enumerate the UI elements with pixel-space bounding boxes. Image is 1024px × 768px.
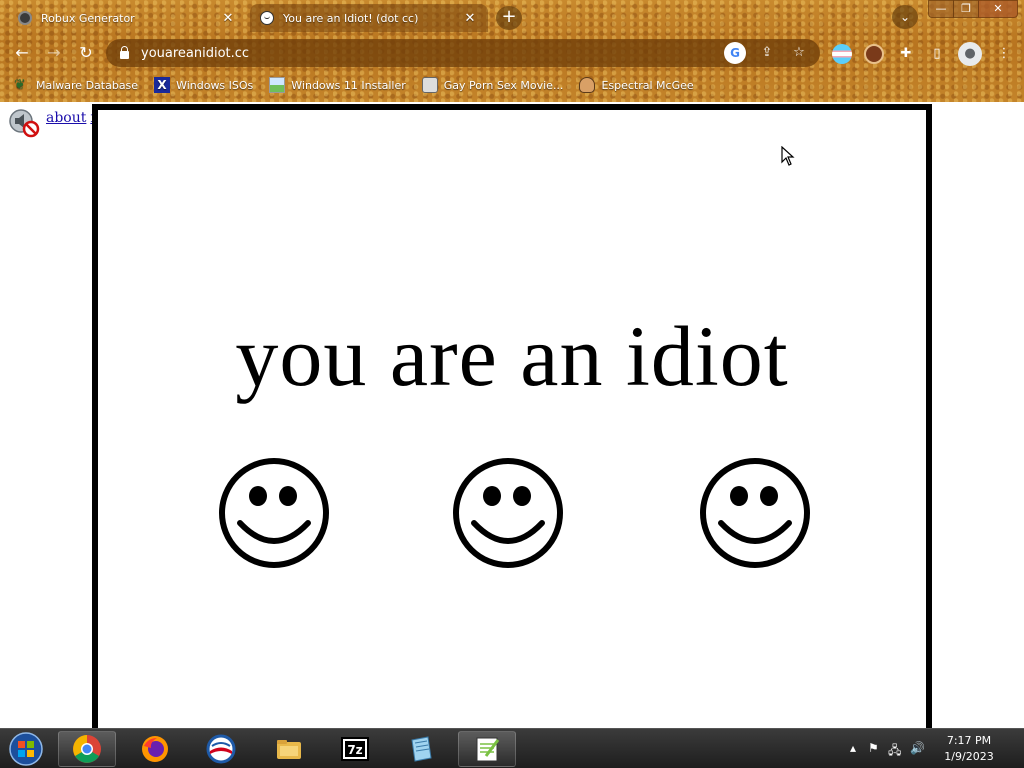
smiley-face-icon [453, 458, 563, 568]
tab-robux-generator[interactable]: Robux Generator ✕ [8, 4, 246, 32]
clock-time: 7:17 PM [946, 734, 992, 747]
svg-text:7z: 7z [347, 743, 362, 757]
bookmark-windows-11-installer[interactable]: Windows 11 Installer [269, 77, 406, 93]
show-hidden-icons-icon[interactable]: ▴ [850, 741, 856, 755]
url-text[interactable]: youareanidiot.cc [141, 46, 724, 61]
tab-search-chevron-icon[interactable]: ⌄ [892, 5, 918, 29]
system-tray: ▴ ⚑ 🖧 🔊 7:17 PM 1/9/2023 [834, 729, 1024, 768]
tab-strip: Robux Generator ✕ You are an Idiot! (dot… [0, 0, 1024, 34]
bookmark-movie[interactable]: Gay Porn Sex Movie... [421, 77, 564, 93]
x-icon: X [154, 77, 171, 93]
tab-favicon-icon [18, 11, 32, 25]
browser-chrome: Robux Generator ✕ You are an Idiot! (dot… [0, 0, 1024, 102]
forward-arrow-icon[interactable]: → [42, 42, 66, 64]
web-page: aboutflash you are an idiot [0, 102, 1024, 728]
bookmark-label: Windows 11 Installer [291, 78, 406, 92]
volume-icon[interactable]: 🔊 [910, 741, 925, 755]
bookmark-windows-isos[interactable]: X Windows ISOs [154, 77, 253, 93]
chrome-icon [73, 735, 101, 763]
bookmark-label: Gay Porn Sex Movie... [443, 78, 564, 92]
tab-close-icon[interactable]: ✕ [462, 11, 478, 26]
taskbar-app-circle[interactable] [192, 731, 250, 767]
smiley-face-icon [219, 458, 329, 568]
reload-icon[interactable]: ↻ [74, 42, 98, 64]
profile-avatar-icon[interactable]: ● [958, 42, 982, 66]
kebab-menu-icon[interactable]: ⋮ [994, 44, 1014, 64]
muted-speaker-icon[interactable] [8, 108, 40, 138]
tab-you-are-an-idiot[interactable]: You are an Idiot! (dot cc) ✕ [250, 4, 488, 32]
new-tab-button[interactable]: + [496, 6, 522, 30]
bookmark-espectral-mcgee[interactable]: Espectral McGee [579, 77, 694, 93]
close-window-button[interactable]: ✕ [978, 0, 1018, 18]
network-icon[interactable]: 🖧 [888, 741, 901, 762]
clock-date: 1/9/2023 [944, 750, 994, 763]
about-link[interactable]: about [46, 110, 86, 126]
taskbar-file-explorer[interactable] [260, 731, 318, 767]
taskbar-firefox[interactable] [126, 731, 184, 767]
bookmark-label: Windows ISOs [176, 78, 254, 92]
bookmark-label: Espectral McGee [601, 78, 694, 92]
minimize-button[interactable]: — [928, 0, 954, 18]
leaf-icon: ❦ [14, 77, 26, 93]
start-button-icon[interactable] [6, 731, 46, 767]
system-clock[interactable]: 7:17 PM 1/9/2023 [934, 733, 1004, 765]
back-arrow-icon[interactable]: ← [10, 42, 34, 64]
taskbar-notepad-plus[interactable] [458, 731, 516, 767]
tab-title: You are an Idiot! (dot cc) [283, 11, 419, 25]
folder-icon [277, 740, 301, 759]
bookmark-star-icon[interactable]: ☆ [788, 42, 810, 64]
image-icon [269, 77, 286, 93]
side-panel-icon[interactable]: ▯ [927, 44, 947, 64]
extension-flag-icon[interactable] [832, 44, 852, 64]
character-icon [579, 77, 596, 93]
idiot-frame: you are an idiot [92, 104, 932, 728]
taskbar-chrome[interactable] [58, 731, 116, 767]
tab-close-icon[interactable]: ✕ [220, 11, 236, 26]
action-center-flag-icon[interactable]: ⚑ [868, 741, 879, 755]
extension-face-icon[interactable] [864, 44, 884, 64]
browser-toolbar: ← → ↻ youareanidiot.cc G ⇪ ☆ ✚ ▯ ● ⋮ [0, 36, 1024, 70]
address-bar[interactable]: youareanidiot.cc G ⇪ ☆ [106, 39, 820, 67]
blue-red-circle-icon [206, 734, 236, 764]
windows-taskbar: 7z ▴ ⚑ 🖧 🔊 7:17 PM 1/9/2023 [0, 728, 1024, 768]
bookmarks-bar: ❦ Malware Database X Windows ISOs Window… [0, 72, 1024, 98]
mouse-cursor-icon [781, 146, 795, 166]
maximize-button[interactable]: ❐ [953, 0, 979, 18]
7zip-icon: 7z [341, 737, 369, 761]
extensions-puzzle-icon[interactable]: ✚ [896, 44, 916, 64]
bookmark-malware-database[interactable]: ❦ Malware Database [14, 77, 138, 93]
share-icon[interactable]: ⇪ [756, 42, 778, 64]
disc-icon [421, 77, 438, 93]
notepad-icon [411, 736, 432, 762]
firefox-icon [142, 736, 168, 762]
taskbar-notepad[interactable] [392, 731, 450, 767]
google-icon[interactable]: G [724, 42, 746, 64]
headline-text: you are an idiot [235, 308, 789, 404]
smiley-face-icon [700, 458, 810, 568]
smiley-favicon-icon [260, 11, 274, 25]
lock-icon[interactable] [120, 46, 129, 59]
taskbar-7zip[interactable]: 7z [326, 731, 384, 767]
notepad-plus-plus-icon [476, 737, 500, 762]
bookmark-label: Malware Database [36, 78, 139, 92]
tab-title: Robux Generator [41, 11, 135, 25]
